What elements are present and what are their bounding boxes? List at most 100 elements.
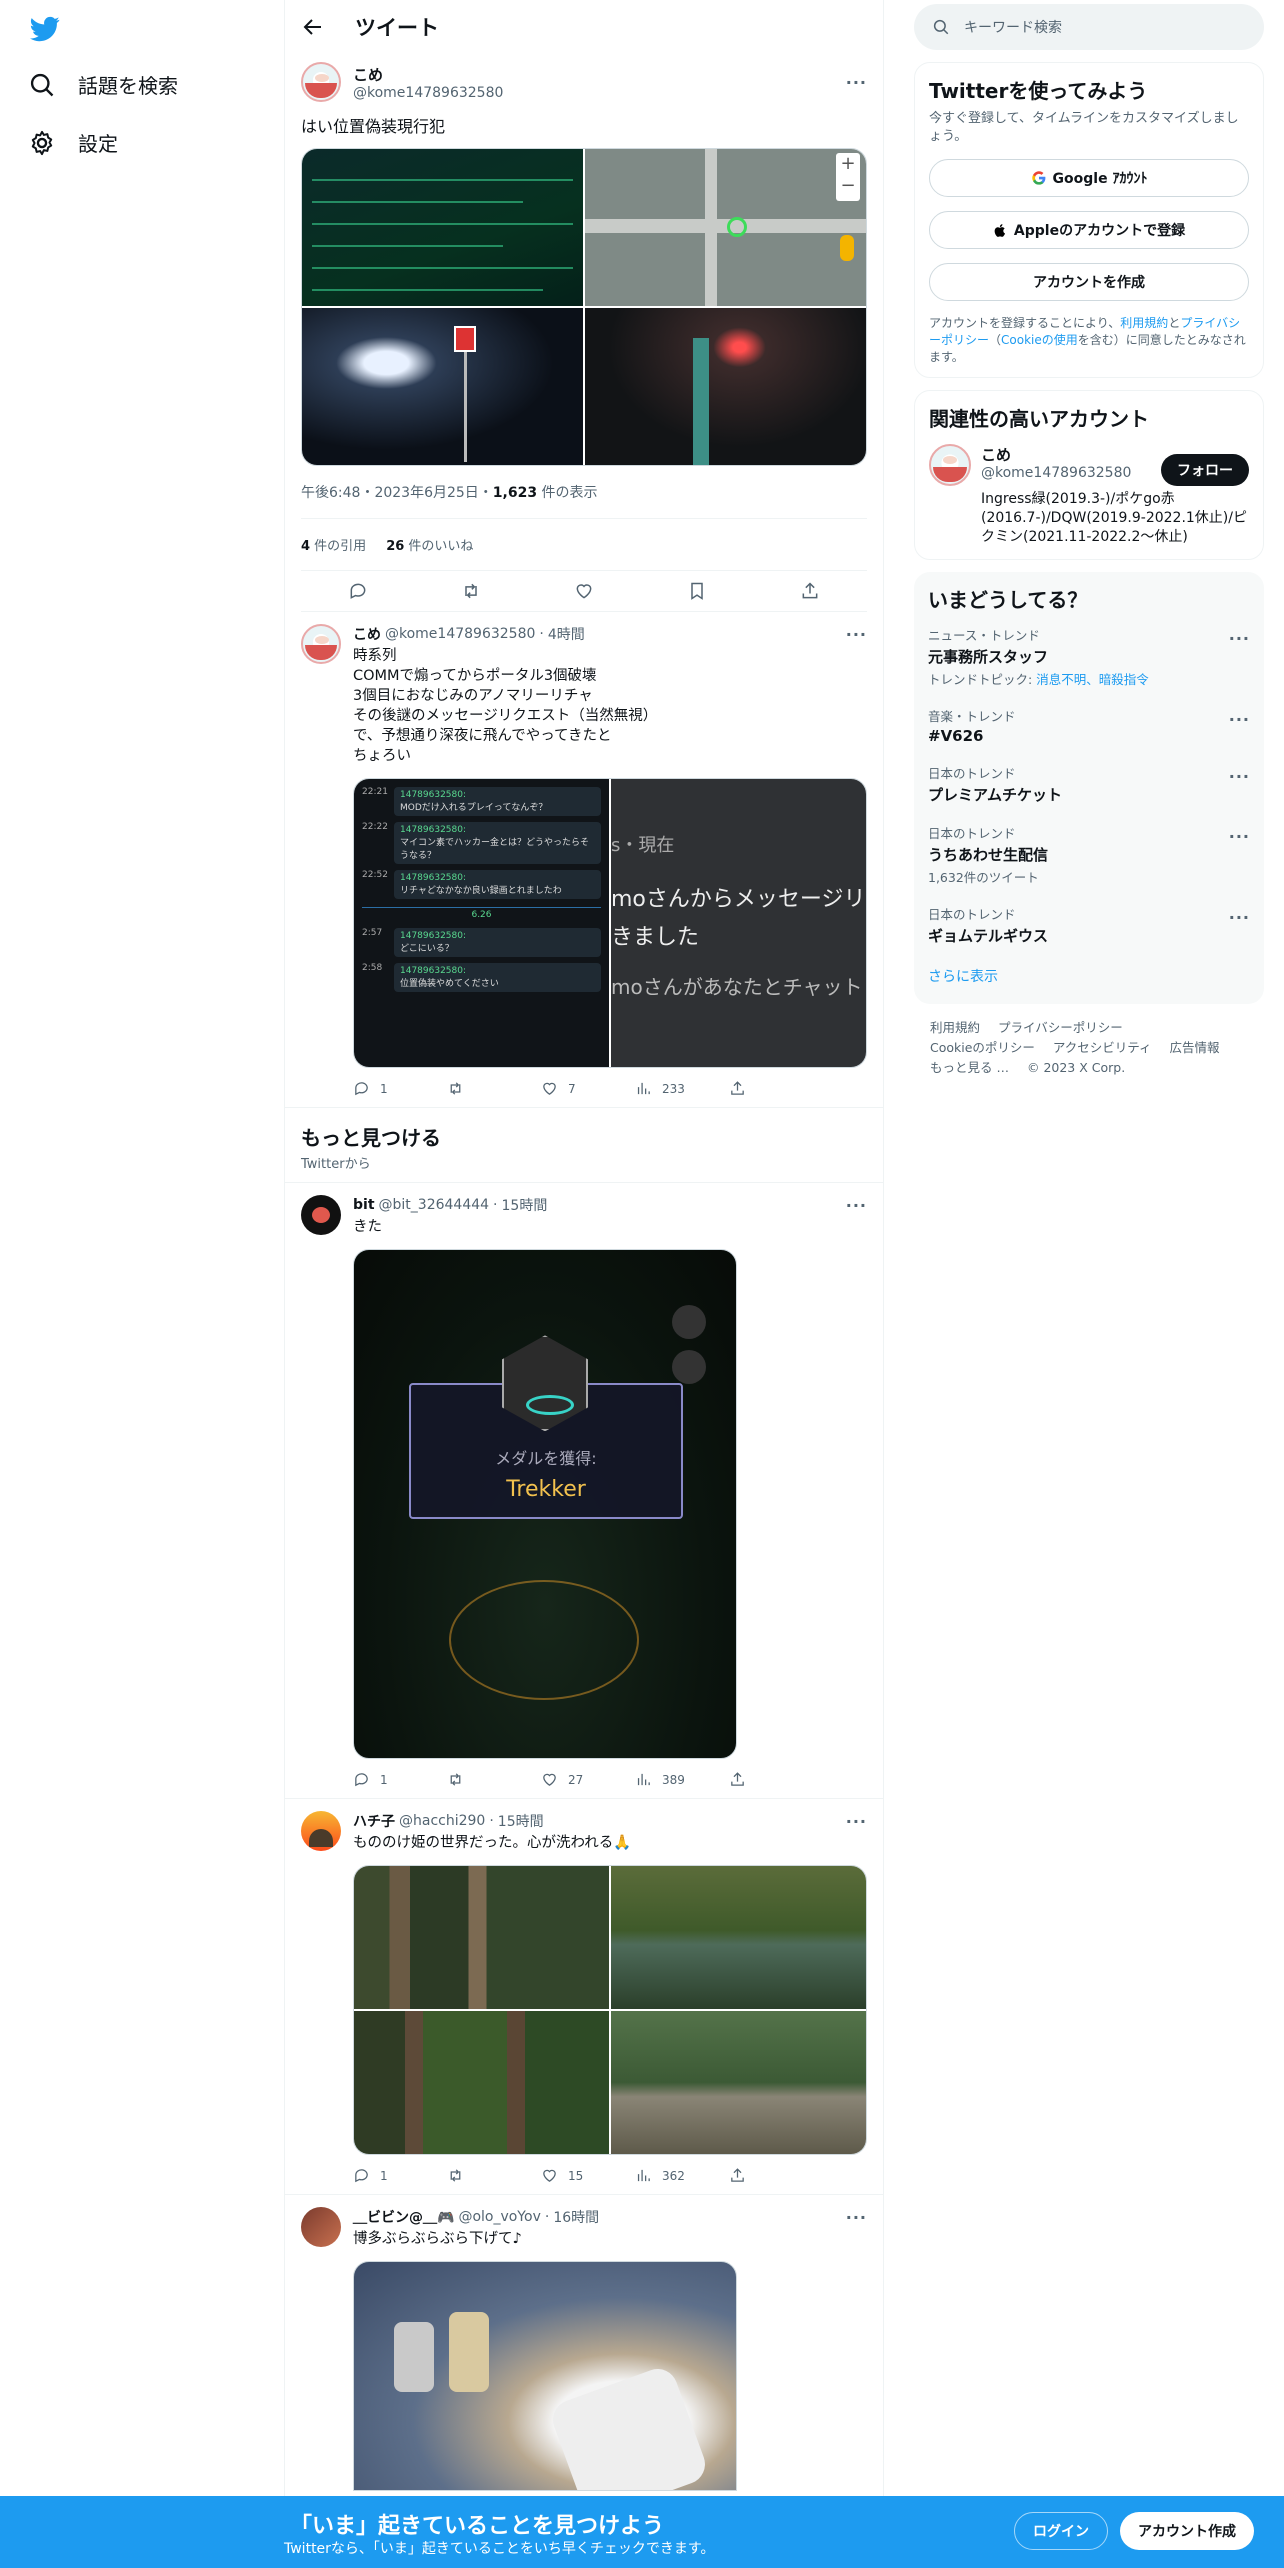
tweet-time[interactable]: 4時間 <box>548 624 585 644</box>
footer-link[interactable]: Cookieのポリシー <box>930 1040 1035 1055</box>
author-name[interactable]: こめ <box>353 624 381 644</box>
views-button[interactable]: 389 <box>635 1771 729 1788</box>
media-image-forest-1[interactable] <box>354 1866 609 2010</box>
footer-link[interactable]: アクセシビリティ <box>1053 1040 1152 1055</box>
bookmark-icon[interactable] <box>687 581 707 601</box>
avatar[interactable] <box>301 624 341 665</box>
like-icon[interactable] <box>574 581 594 601</box>
login-button[interactable]: ログイン <box>1014 2512 1108 2550</box>
like-button[interactable]: 7 <box>541 1080 635 1097</box>
avatar[interactable] <box>301 1195 341 1236</box>
media-image-forest-3[interactable] <box>354 2011 609 2155</box>
retweet-button[interactable] <box>447 2167 541 2184</box>
more-options-icon[interactable]: ··· <box>846 73 867 92</box>
tweet-time[interactable]: 15時間 <box>498 1811 544 1831</box>
reply-button[interactable]: 1 <box>353 1771 447 1788</box>
media-image-map[interactable]: + − <box>585 149 866 307</box>
media-image-forest-2[interactable] <box>611 1866 866 2010</box>
media-image-ingress[interactable] <box>302 149 583 307</box>
author-handle[interactable]: @hacchi290 <box>399 1813 485 1829</box>
like-button[interactable]: 27 <box>541 1771 635 1788</box>
retweet-button[interactable] <box>447 1080 541 1097</box>
tweet-media[interactable] <box>353 1865 867 2156</box>
avatar[interactable] <box>929 444 971 487</box>
search-input[interactable]: キーワード検索 <box>964 17 1062 37</box>
more-options-icon[interactable]: ··· <box>846 625 867 644</box>
timeline-tweet[interactable]: ＿ビビン@＿🎮 @olo_voYov · 16時間 ··· 博多ぶらぶらぶら下げ… <box>285 2195 883 2501</box>
nav-settings[interactable]: 設定 <box>28 128 118 157</box>
reply-icon[interactable] <box>348 581 368 601</box>
terms-link[interactable]: 利用規約 <box>1120 316 1168 330</box>
views-button[interactable]: 233 <box>635 1080 729 1097</box>
footer-link[interactable]: もっと見る … <box>930 1060 1009 1075</box>
media-image-message[interactable]: s・現在 moさんからメッセージリク きました moさんがあなたとチャットし <box>611 779 866 1068</box>
author-name[interactable]: ＿ビビン@＿🎮 <box>353 2207 454 2227</box>
author-name[interactable]: bit <box>353 1197 375 1213</box>
follow-button[interactable]: フォロー <box>1161 454 1249 487</box>
twitter-logo-icon[interactable] <box>28 14 62 44</box>
retweet-icon[interactable] <box>461 581 481 601</box>
more-options-icon[interactable]: ··· <box>1229 767 1250 786</box>
apple-signup-button[interactable]: Appleのアカウントで登録 <box>929 211 1249 250</box>
tweet-time[interactable]: 16時間 <box>553 2207 599 2227</box>
avatar[interactable] <box>301 2207 341 2248</box>
trend-topic-link[interactable]: 消息不明、暗殺指令 <box>1036 672 1149 687</box>
related-handle[interactable]: @kome14789632580 <box>981 465 1131 481</box>
tweet-media[interactable]: 22:21 14789632580: MODだけ入れるプレイってなんぞ？ 22:22… <box>353 778 867 1069</box>
share-button[interactable] <box>729 2167 823 2184</box>
trend-item[interactable]: 音楽・トレンド #V626 ··· <box>928 694 1250 751</box>
trend-item[interactable]: 日本のトレンド うちあわせ生配信 1,632件のツイート ··· <box>928 811 1250 892</box>
reply-button[interactable]: 1 <box>353 1080 447 1097</box>
back-arrow-icon[interactable] <box>301 15 325 39</box>
media-image-medal[interactable]: メダルを獲得: Trekker <box>353 1249 737 1760</box>
trend-item[interactable]: 日本のトレンド プレミアムチケット ··· <box>928 751 1250 811</box>
cookie-link[interactable]: Cookieの使用 <box>1001 333 1078 347</box>
timestamp[interactable]: 午後6:48・2023年6月25日・ <box>301 485 493 501</box>
media-image-drink[interactable] <box>353 2261 737 2492</box>
timeline-tweet[interactable]: bit @bit_32644444 · 15時間 ··· きた メダルを獲得: … <box>285 1183 883 1800</box>
trend-item[interactable]: 日本のトレンド ギョムテルギウス ··· <box>928 892 1250 952</box>
footer-link[interactable]: 広告情報 <box>1170 1040 1220 1055</box>
reply-button[interactable]: 1 <box>353 2167 447 2184</box>
retweet-button[interactable] <box>447 1771 541 1788</box>
author-handle[interactable]: @bit_32644444 <box>379 1197 490 1213</box>
author-handle[interactable]: @kome14789632580 <box>353 85 834 101</box>
more-options-icon[interactable]: ··· <box>846 1812 867 1831</box>
author-handle[interactable]: @olo_voYov <box>458 2209 540 2225</box>
like-button[interactable]: 15 <box>541 2167 635 2184</box>
create-account-button[interactable]: アカウントを作成 <box>929 263 1249 302</box>
more-options-icon[interactable]: ··· <box>1229 908 1250 927</box>
media-image-night-street[interactable] <box>302 308 583 466</box>
media-image-night-parking[interactable] <box>585 308 866 466</box>
related-name[interactable]: こめ <box>981 444 1131 465</box>
signup-button[interactable]: アカウント作成 <box>1120 2512 1254 2550</box>
author-name[interactable]: こめ <box>353 64 834 85</box>
reply-tweet[interactable]: こめ @kome14789632580 · 4時間 ··· 時系列 COMMで煽… <box>285 612 883 1109</box>
views-button[interactable]: 362 <box>635 2167 729 2184</box>
more-options-icon[interactable]: ··· <box>846 1196 867 1215</box>
timeline-tweet[interactable]: ハチ子 @hacchi290 · 15時間 ··· もののけ姫の世界だった。心が… <box>285 1799 883 2196</box>
nav-explore[interactable]: 話題を検索 <box>28 70 178 99</box>
footer-link[interactable]: 利用規約 <box>930 1020 980 1035</box>
google-signup-button[interactable]: Google ｱｶｳﾝﾄ <box>929 159 1249 198</box>
more-options-icon[interactable]: ··· <box>846 2208 867 2227</box>
related-account[interactable]: こめ @kome14789632580 フォロー Ingress緑(2019.3… <box>929 444 1249 547</box>
share-button[interactable] <box>729 1080 823 1097</box>
media-image-chat[interactable]: 22:21 14789632580: MODだけ入れるプレイってなんぞ？ 22:22… <box>354 779 609 1068</box>
share-button[interactable] <box>729 1771 823 1788</box>
author-handle[interactable]: @kome14789632580 <box>385 626 535 642</box>
share-icon[interactable] <box>800 581 820 601</box>
avatar[interactable] <box>301 1811 341 1852</box>
quotes-stat[interactable]: 4 件の引用 <box>301 535 366 554</box>
footer-link[interactable]: プライバシーポリシー <box>998 1020 1123 1035</box>
media-image-forest-4[interactable] <box>611 2011 866 2155</box>
trend-item[interactable]: ニュース・トレンド 元事務所スタッフ トレンドトピック: 消息不明、暗殺指令 ·… <box>928 613 1250 694</box>
more-options-icon[interactable]: ··· <box>1229 710 1250 729</box>
tweet-media[interactable]: + − <box>301 148 867 467</box>
search-box[interactable]: キーワード検索 <box>914 4 1264 50</box>
avatar[interactable] <box>301 62 341 102</box>
show-more-link[interactable]: さらに表示 <box>928 952 1250 992</box>
more-options-icon[interactable]: ··· <box>1229 827 1250 846</box>
tweet-time[interactable]: 15時間 <box>502 1195 548 1215</box>
author-name[interactable]: ハチ子 <box>353 1811 395 1831</box>
